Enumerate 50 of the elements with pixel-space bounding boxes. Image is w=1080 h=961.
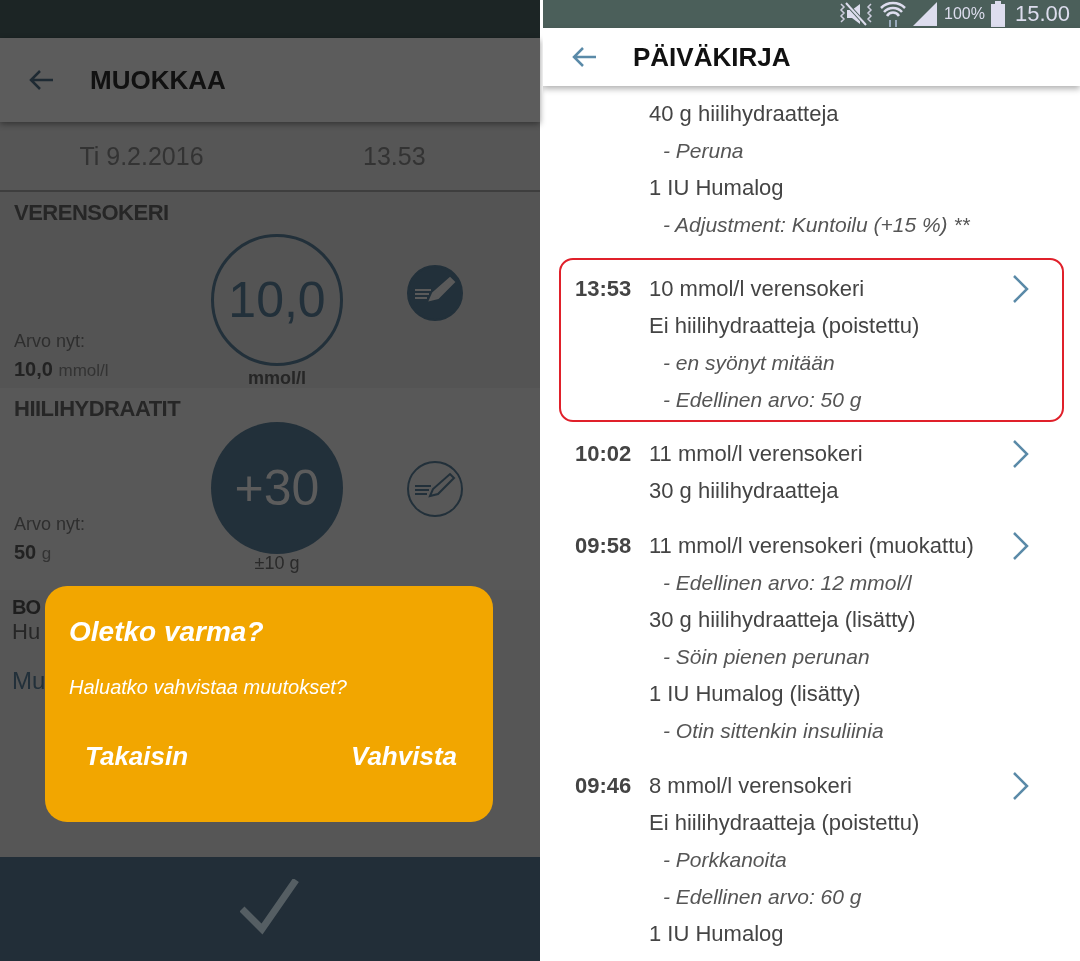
- diary-entry[interactable]: 10:02 11 mmol/l verensokeri 30 g hiilihydraatteja: [559, 426, 1064, 518]
- wifi-icon: [880, 0, 906, 28]
- entry-line: 10 mmol/l verensokeri: [649, 275, 866, 303]
- entry-line: 30 g hiilihydraatteja: [649, 477, 840, 505]
- chevron-right-icon[interactable]: [1012, 771, 1030, 801]
- dialog-title: Oletko varma?: [69, 616, 265, 648]
- entry-line: - Edellinen arvo: 50 g: [662, 387, 863, 413]
- entry-line: Ei hiilihydraatteja (poistettu): [649, 809, 921, 837]
- entry-time: 09:58: [575, 533, 632, 558]
- entry-line: 40 g hiilihydraatteja: [649, 100, 840, 128]
- back-arrow-icon[interactable]: [28, 69, 54, 91]
- entry-line: 8 mmol/l verensokeri: [649, 772, 853, 800]
- clock: 15.00: [1014, 1, 1070, 27]
- diary-entry[interactable]: 09:58 11 mmol/l verensokeri (muokattu) - Edellinen arvo: 12 mmol/l 30 g hiilihydraatteja (lisätty) - Söin pienen perunan 1 IU Humalog (lisätty) - Otin sittenkin insuliinia: [559, 518, 1064, 758]
- diary-entry[interactable]: 13:53 10 mmol/l verensokeri Ei hiilihydraatteja (poistettu) - en syönyt mitään - Edellinen arvo: 50 g: [559, 258, 1064, 422]
- entry-line: - Söin pienen perunan: [662, 644, 871, 670]
- entry-line: - en syönyt mitään: [662, 350, 836, 376]
- dialog-button[interactable]: Vahvista: [351, 741, 457, 772]
- edit-note-icon[interactable]: [405, 460, 464, 518]
- screen-title: MUOKKAA: [90, 64, 226, 96]
- diary-entry[interactable]: 40 g hiilihydraatteja - Peruna 1 IU Humalog - Adjustment: Kuntoilu (+15 %) **: [559, 86, 1064, 252]
- entry-line: 11 mmol/l verensokeri: [649, 440, 864, 468]
- entry-line: - Edellinen arvo: 12 mmol/l: [662, 570, 913, 596]
- value-dial[interactable]: +30: [211, 422, 343, 554]
- chevron-right-icon[interactable]: [1012, 274, 1030, 304]
- entry-line: 30 g hiilihydraatteja (lisätty): [649, 606, 917, 634]
- entry-line: - Adjustment: Kuntoilu (+15 %) **: [662, 212, 971, 238]
- battery-percent: 100%: [944, 5, 985, 23]
- entry-line: 11 mmol/l verensokeri (muokattu): [649, 532, 975, 560]
- screen-title: PÄIVÄKIRJA: [633, 41, 791, 73]
- entry-time: 10:02: [575, 441, 632, 466]
- chevron-right-icon[interactable]: [1012, 439, 1030, 469]
- chevron-right-icon[interactable]: [1012, 531, 1030, 561]
- section-title: BO: [12, 596, 40, 619]
- entry-line: 1 IU Humalog (lisätty): [649, 680, 862, 708]
- back-arrow-icon[interactable]: [571, 46, 597, 68]
- entry-time: 13:53: [575, 276, 632, 301]
- entry-line: - Edellinen arvo: 60 g: [662, 884, 863, 910]
- diary-entry[interactable]: 09:46 8 mmol/l verensokeri Ei hiilihydraatteja (poistettu) - Porkkanoita - Edellinen arvo: 60 g 1 IU Humalog: [559, 758, 1064, 961]
- dialog-message: Haluatko vahvistaa muutokset?: [69, 676, 348, 699]
- edit-note-icon[interactable]: [405, 264, 464, 322]
- battery-icon: [990, 1, 1005, 27]
- dialog-button[interactable]: Takaisin: [85, 741, 189, 772]
- entry-line: - Peruna: [662, 138, 745, 164]
- entry-line: 1 IU Humalog: [649, 920, 785, 948]
- entry-line: 1 IU Humalog: [649, 174, 785, 202]
- entry-line: - Otin sittenkin insuliinia: [662, 718, 885, 744]
- entry-time: 09:46: [575, 773, 632, 798]
- entry-line: Ei hiilihydraatteja (poistettu): [649, 312, 921, 340]
- entry-line: - Porkkanoita: [662, 847, 788, 873]
